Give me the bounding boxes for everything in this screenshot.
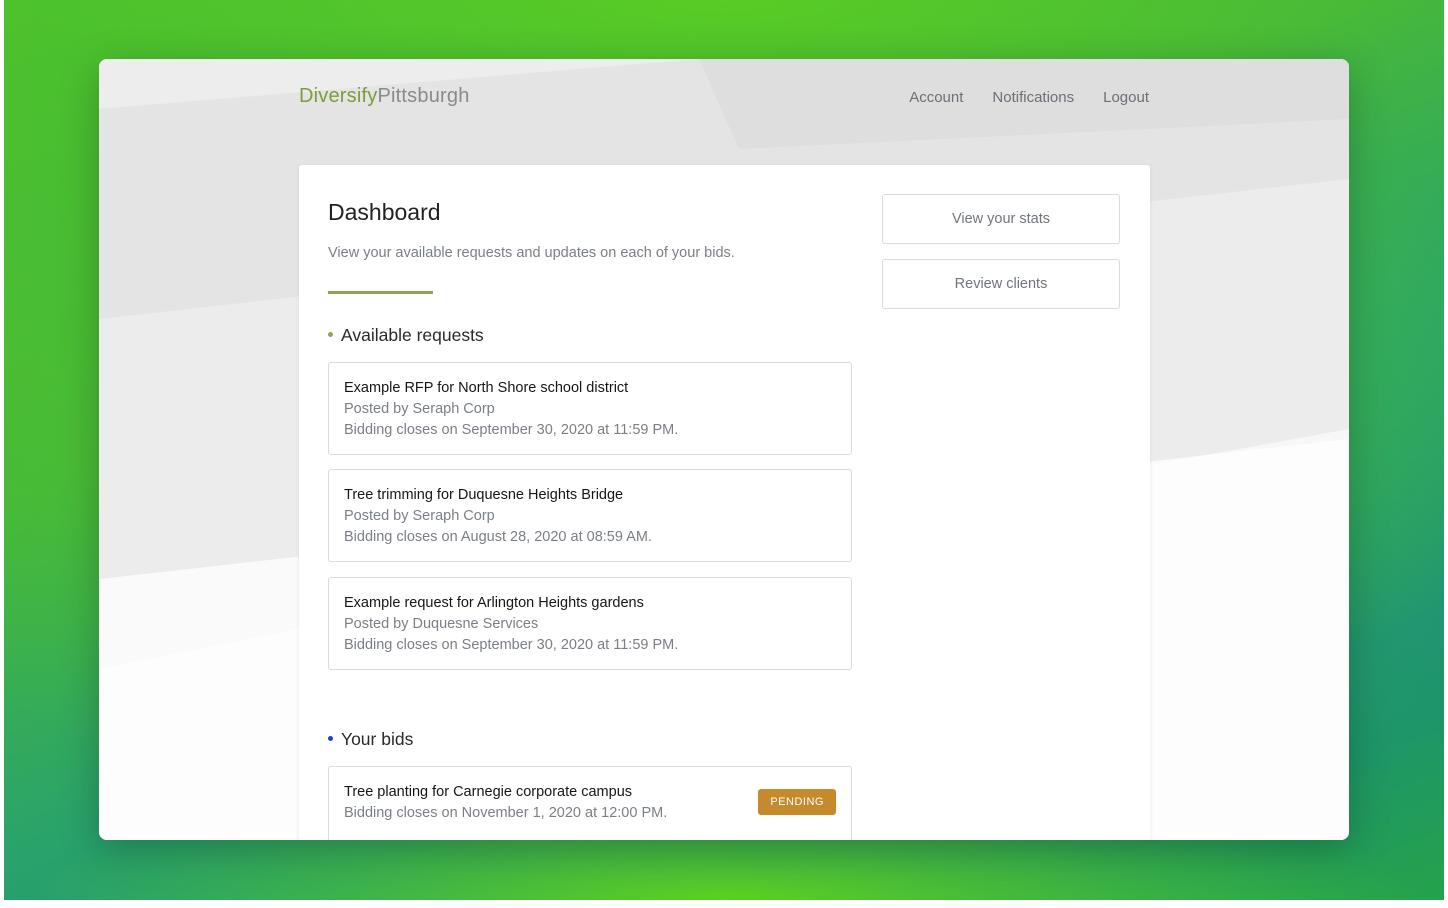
bid-closing-date: Bidding closes on November 1, 2020 at 12… [344, 805, 668, 821]
bullet-dot-icon [328, 331, 333, 337]
request-posted-by: Posted by Duquesne Services [344, 616, 539, 632]
bullet-dot-icon [328, 735, 333, 741]
app-window: DiversifyPittsburgh Account Notification… [99, 59, 1349, 840]
status-badge: PENDING [758, 789, 836, 815]
request-title: Example RFP for North Shore school distr… [344, 380, 629, 396]
brand-part-2: Pittsburgh [377, 85, 470, 107]
nav-notifications-link[interactable]: Notifications [992, 89, 1074, 106]
request-closing-date: Bidding closes on September 30, 2020 at … [344, 637, 679, 653]
page-title: Dashboard [328, 199, 441, 225]
request-closing-date: Bidding closes on September 30, 2020 at … [344, 422, 679, 438]
review-clients-button[interactable]: Review clients [882, 259, 1120, 309]
available-requests-heading: Available requests [328, 325, 484, 346]
top-navigation: DiversifyPittsburgh Account Notification… [99, 59, 1349, 139]
nav-links: Account Notifications Logout [909, 89, 1149, 106]
request-posted-by: Posted by Seraph Corp [344, 508, 495, 524]
bid-card[interactable]: Tree planting for Carnegie corporate cam… [328, 766, 852, 840]
request-card[interactable]: Tree trimming for Duquesne Heights Bridg… [328, 469, 852, 562]
request-title: Example request for Arlington Heights ga… [344, 595, 644, 611]
title-divider [328, 291, 433, 294]
request-closing-date: Bidding closes on August 28, 2020 at 08:… [344, 529, 652, 545]
your-bids-label: Your bids [341, 729, 414, 749]
page-subtitle: View your available requests and updates… [328, 245, 735, 261]
request-card[interactable]: Example RFP for North Shore school distr… [328, 362, 852, 455]
request-posted-by: Posted by Seraph Corp [344, 401, 495, 417]
available-requests-label: Available requests [341, 325, 484, 345]
nav-account-link[interactable]: Account [909, 89, 963, 106]
bid-title: Tree planting for Carnegie corporate cam… [344, 784, 633, 800]
dashboard-card: Dashboard View your available requests a… [299, 165, 1150, 840]
request-card[interactable]: Example request for Arlington Heights ga… [328, 577, 852, 670]
brand-part-1: Diversify [299, 85, 378, 107]
your-bids-heading: Your bids [328, 729, 413, 750]
brand-logo[interactable]: DiversifyPittsburgh [299, 85, 470, 108]
view-stats-button[interactable]: View your stats [882, 194, 1120, 244]
nav-logout-link[interactable]: Logout [1103, 89, 1149, 106]
request-title: Tree trimming for Duquesne Heights Bridg… [344, 487, 624, 503]
